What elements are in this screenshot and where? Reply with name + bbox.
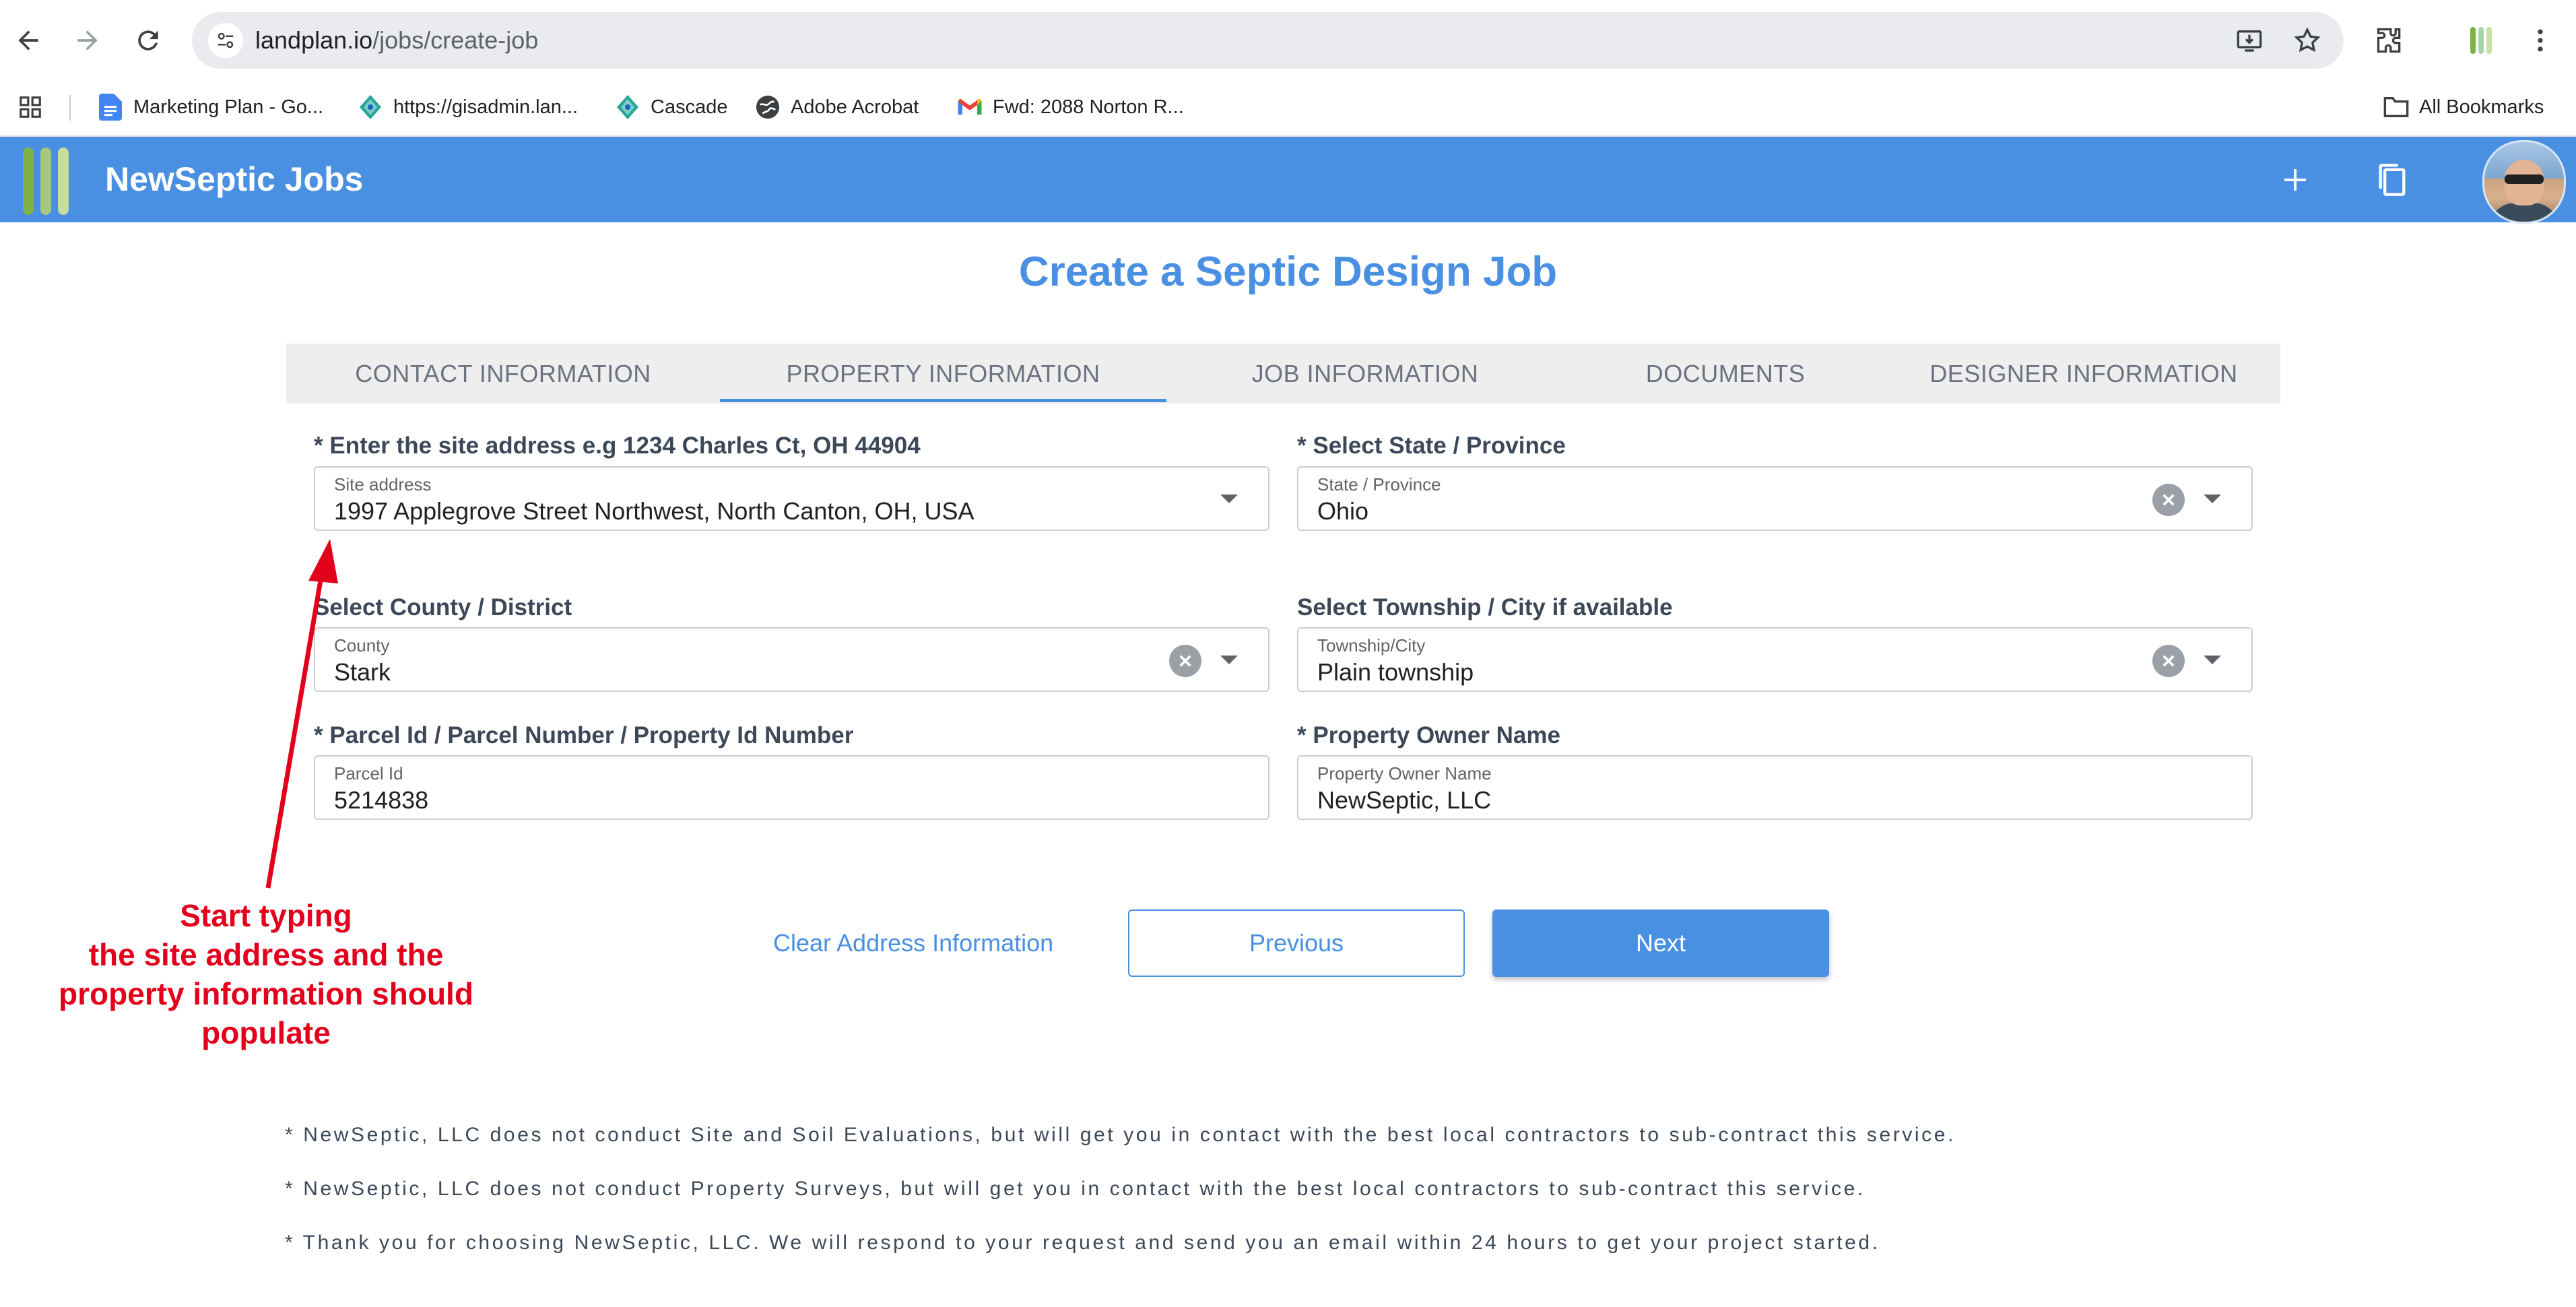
owner-name-input[interactable]: Property Owner Name NewSeptic, LLC xyxy=(1297,755,2253,820)
bookmark-label: Cascade xyxy=(651,96,728,118)
township-value: Plain township xyxy=(1317,658,1474,686)
newseptic-extension-icon[interactable] xyxy=(2457,16,2505,65)
owner-name-label: Property Owner Name xyxy=(1317,763,1492,784)
tab-property-information[interactable]: PROPERTY INFORMATION xyxy=(720,344,1166,404)
previous-button[interactable]: Previous xyxy=(1128,910,1465,977)
step-tabs: CONTACT INFORMATION PROPERTY INFORMATION… xyxy=(286,344,2280,404)
chevron-down-icon[interactable] xyxy=(2204,656,2221,664)
folder-icon xyxy=(2383,94,2410,121)
gmail-icon xyxy=(956,94,983,121)
install-app-icon[interactable] xyxy=(2231,22,2268,59)
state-value: Ohio xyxy=(1317,497,1369,525)
next-button[interactable]: Next xyxy=(1492,910,1829,977)
globe-icon xyxy=(754,94,781,121)
county-select[interactable]: County Stark xyxy=(314,627,1269,692)
tab-documents[interactable]: DOCUMENTS xyxy=(1564,344,1887,404)
owner-heading: * Property Owner Name xyxy=(1297,722,1560,748)
clear-icon[interactable] xyxy=(2152,484,2185,516)
note-property-surveys: * NewSeptic, LLC does not conduct Proper… xyxy=(285,1178,1865,1200)
avatar[interactable] xyxy=(2482,140,2566,224)
site-address-input[interactable]: Site address 1997 Applegrove Street Nort… xyxy=(314,466,1269,531)
township-select[interactable]: Township/City Plain township xyxy=(1297,627,2253,692)
township-heading: Select Township / City if available xyxy=(1297,594,1673,620)
chevron-down-icon[interactable] xyxy=(2204,495,2221,503)
all-bookmarks-label: All Bookmarks xyxy=(2419,96,2544,118)
chevron-down-icon[interactable] xyxy=(1220,656,1238,664)
clear-icon[interactable] xyxy=(2152,645,2185,677)
annotation-arrow xyxy=(265,539,338,889)
copy-icon[interactable] xyxy=(2365,153,2419,207)
bookmark-star-icon[interactable] xyxy=(2288,22,2326,59)
clear-icon[interactable] xyxy=(1169,645,1201,677)
address-bar[interactable]: landplan.io/jobs/create-job xyxy=(192,12,2344,69)
state-select[interactable]: State / Province Ohio xyxy=(1297,466,2253,531)
bookmark-gmail[interactable]: Fwd: 2088 Norton R... xyxy=(956,88,1184,126)
bookmark-adobe-acrobat[interactable]: Adobe Acrobat xyxy=(754,88,919,126)
bookmark-label: https://gisadmin.lan... xyxy=(393,96,579,118)
add-icon[interactable] xyxy=(2268,153,2322,207)
state-label: State / Province xyxy=(1317,474,1441,495)
browser-menu-icon[interactable] xyxy=(2516,16,2565,65)
tab-job-information[interactable]: JOB INFORMATION xyxy=(1166,344,1564,404)
annotation-line: Start typing xyxy=(180,898,352,933)
annotation-line: populate xyxy=(201,1015,331,1050)
state-heading: * Select State / Province xyxy=(1297,433,1566,459)
parcel-id-input[interactable]: Parcel Id 5214838 xyxy=(314,755,1269,820)
extensions-icon[interactable] xyxy=(2365,16,2414,65)
township-label: Township/City xyxy=(1317,635,1426,656)
annotation-text: Start typing the site address and the pr… xyxy=(40,896,492,1052)
bookmark-cascade[interactable]: Cascade xyxy=(614,88,727,126)
chevron-down-icon[interactable] xyxy=(1220,495,1238,503)
clear-address-button[interactable]: Clear Address Information xyxy=(773,910,1053,977)
bookmark-label: Adobe Acrobat xyxy=(791,96,919,118)
bookmark-label: Fwd: 2088 Norton R... xyxy=(993,96,1184,118)
annotation-line: the site address and the xyxy=(88,937,444,972)
note-thank-you: * Thank you for choosing NewSeptic, LLC.… xyxy=(285,1232,1880,1254)
active-tab-indicator xyxy=(720,399,1166,402)
site-address-value: 1997 Applegrove Street Northwest, North … xyxy=(334,497,975,525)
note-site-soil: * NewSeptic, LLC does not conduct Site a… xyxy=(285,1124,1956,1146)
globe-gis-icon xyxy=(614,94,641,121)
owner-name-value: NewSeptic, LLC xyxy=(1317,786,1492,814)
tab-designer-information[interactable]: DESIGNER INFORMATION xyxy=(1887,344,2280,404)
all-bookmarks[interactable]: All Bookmarks xyxy=(2383,88,2544,126)
annotation-line: property information should xyxy=(59,976,473,1011)
